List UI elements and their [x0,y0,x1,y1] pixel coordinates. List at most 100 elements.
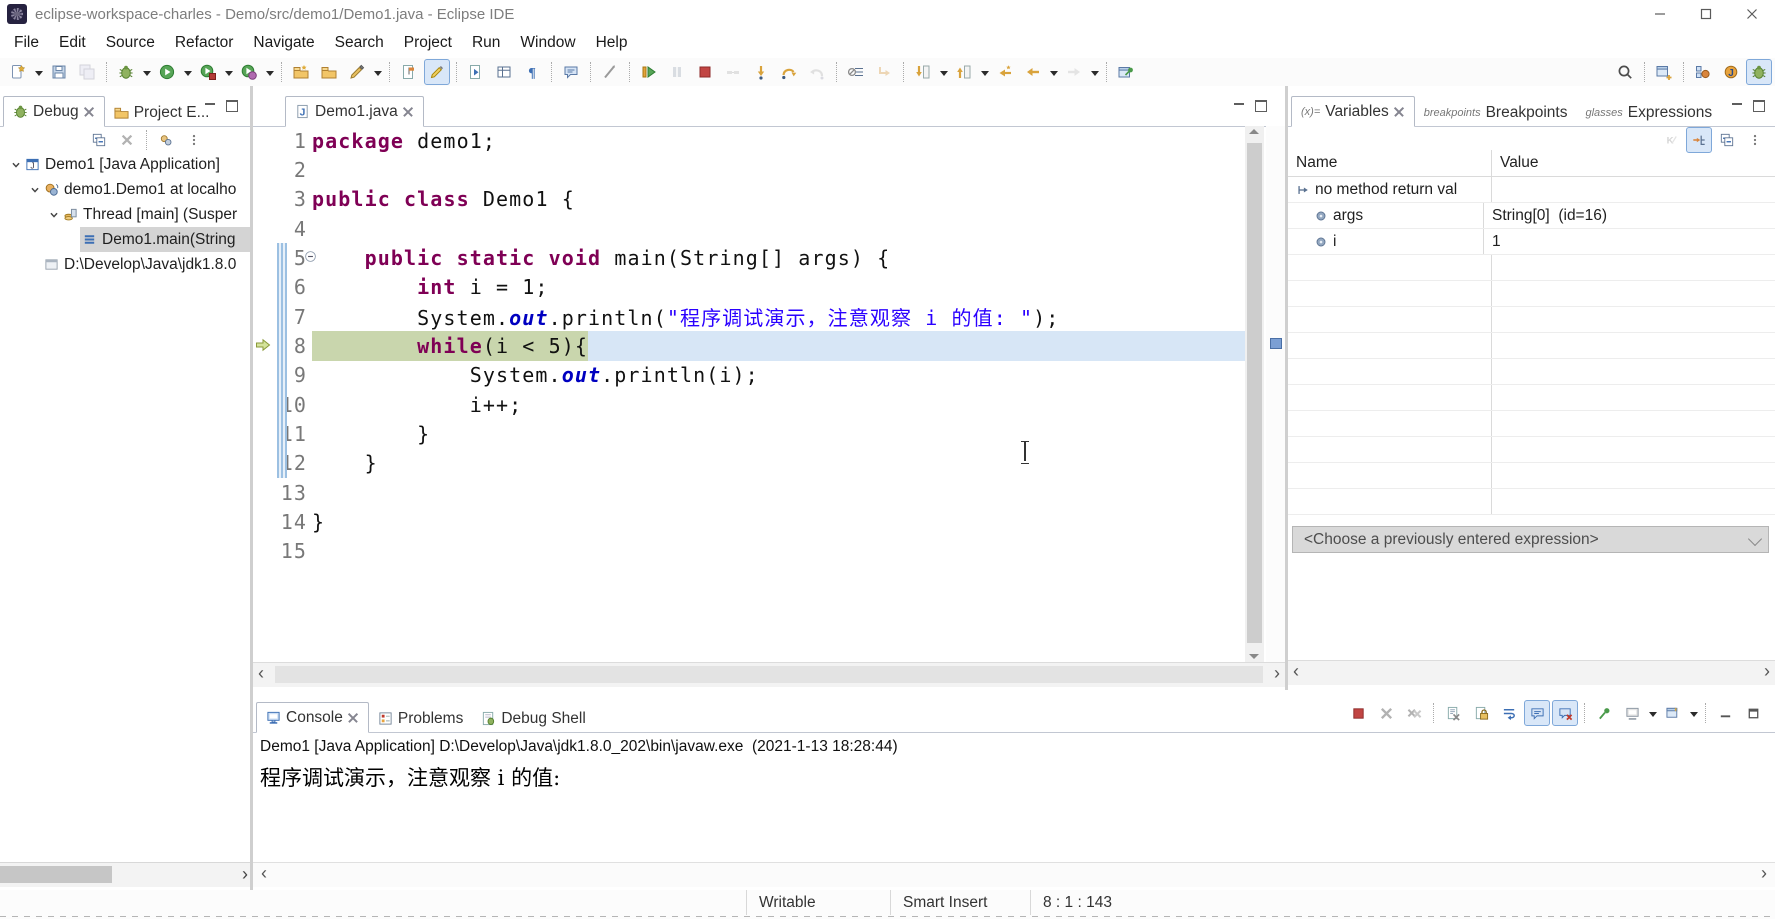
prev-annotation-button-dropdown[interactable] [981,70,989,80]
profile-button-dropdown[interactable] [266,70,274,80]
scrollbar-thumb[interactable] [1247,143,1262,643]
code-line[interactable]: 9 System.out.println(i); [253,361,1245,390]
code-editor[interactable]: 1 package demo1; 2 3 public class Demo1 {4 5 … [253,126,1245,662]
run-button-dropdown[interactable] [184,70,192,80]
remove-all-terminated-button[interactable] [1401,700,1427,726]
editor-horizontal-scrollbar[interactable]: ‹ › [253,662,1285,687]
tab-debug-shell[interactable]: Debug Shell [472,704,594,733]
view-menu-button[interactable] [181,127,207,153]
variable-name-cell[interactable]: no method return val [1288,181,1491,199]
open-type-button[interactable] [463,59,489,85]
console-output[interactable]: 程序调试演示，注意观察 i 的值: [260,762,567,792]
menu-project[interactable]: Project [394,30,462,56]
view-gears-button[interactable] [153,127,179,153]
menu-edit[interactable]: Edit [49,30,96,56]
open-console-button[interactable] [1660,700,1686,726]
forward-button-dropdown[interactable] [1091,70,1099,80]
tree-item[interactable]: Demo1.main(String [0,227,250,252]
collapse-all-button[interactable] [86,127,112,153]
code-line[interactable]: 1 package demo1; [253,126,1245,155]
toggle-mark-occurrences-button[interactable] [424,59,450,85]
java-perspective-button[interactable]: J [1718,59,1744,85]
run-button[interactable] [154,59,180,85]
menu-run[interactable]: Run [462,30,510,56]
line-number[interactable]: 14 [253,510,307,534]
chevron-expanded-icon[interactable] [8,157,23,172]
menu-file[interactable]: File [4,30,49,56]
debug-perspective-button[interactable] [1746,58,1772,85]
close-icon[interactable] [348,712,359,723]
tree-item-content[interactable]: Demo1.main(String [80,227,250,252]
current-line-marker[interactable] [1270,338,1282,349]
minimize-editor-button[interactable] [1234,99,1245,110]
close-icon[interactable] [1394,106,1405,117]
close-icon[interactable] [84,106,95,117]
show-tooltip-button[interactable] [558,59,584,85]
coverage-button-dropdown[interactable] [225,70,233,80]
save-all-button[interactable] [74,59,100,85]
tab-variables[interactable]: (x)= Variables [1291,96,1415,127]
tab-demo1-java[interactable]: J Demo1.java [285,96,424,127]
menu-source[interactable]: Source [96,30,165,56]
scroll-right-arrow-icon[interactable]: › [1761,863,1767,884]
display-console-button[interactable] [1619,700,1645,726]
tree-item[interactable]: demo1.Demo1 at localho [0,177,250,202]
minimize-window-button[interactable] [1637,0,1683,28]
back-button[interactable] [1020,59,1046,85]
new-task-button[interactable] [288,59,314,85]
chevron-down-icon[interactable] [1747,531,1763,547]
menu-help[interactable]: Help [586,30,638,56]
editor-vertical-scrollbar[interactable] [1245,126,1264,662]
terminate-button[interactable] [692,59,718,85]
chevron-expanded-icon[interactable] [27,182,42,197]
tree-item[interactable]: J Demo1 [Java Application] [0,152,250,177]
tree-item-content[interactable]: D:\Develop\Java\jdk1.8.0 [42,252,250,277]
scroll-up-arrow-icon[interactable] [1249,129,1259,134]
variable-row[interactable]: no method return val [1288,177,1775,203]
tab-console[interactable]: Console [256,702,369,733]
search-toolbar-button[interactable] [1612,59,1638,85]
minimize-view-button[interactable] [1732,99,1743,110]
terminate-button[interactable] [1345,700,1371,726]
new-wizard-button-dropdown[interactable] [35,70,43,80]
save-button[interactable] [46,59,72,85]
tab-problems[interactable]: Problems [369,704,472,733]
line-number[interactable]: 3 [253,187,307,211]
minimize-view-button[interactable] [205,99,216,110]
word-wrap-button[interactable] [1496,700,1522,726]
highlighter-button-dropdown[interactable] [374,70,382,80]
close-window-button[interactable] [1729,0,1775,28]
open-perspective-button[interactable] [1651,59,1677,85]
tab-debug[interactable]: Debug [3,96,105,127]
scroll-down-arrow-icon[interactable] [1249,654,1259,659]
variable-row[interactable]: args String[0] (id=16) [1288,203,1775,229]
code-line[interactable]: 15 [253,537,1245,566]
tree-item-content[interactable]: Thread [main] (Susper [61,202,250,227]
javaee-perspective-button[interactable] [1690,59,1716,85]
next-annotation-button[interactable] [910,59,936,85]
next-annotation-button-dropdown[interactable] [940,70,948,80]
expression-input[interactable]: <Choose a previously entered expression> [1292,526,1769,553]
tree-item[interactable]: D:\Develop\Java\jdk1.8.0 [0,252,250,277]
scroll-left-arrow-icon[interactable]: ‹ [258,663,264,684]
remove-launch-button[interactable] [1373,700,1399,726]
console-horizontal-scrollbar[interactable]: ‹ › [253,862,1775,887]
tree-item[interactable]: Thread [main] (Susper [0,202,250,227]
suspend-button[interactable] [664,59,690,85]
code-line[interactable]: 13 [253,478,1245,507]
maximize-editor-button[interactable] [1255,100,1267,112]
disconnect-button[interactable] [720,59,746,85]
scrollbar-thumb[interactable] [275,666,1263,683]
column-name[interactable]: Name [1288,154,1491,172]
skip-breakpoints-button[interactable] [843,59,869,85]
code-line[interactable]: 6 int i = 1; [253,273,1245,302]
line-number[interactable]: 2 [253,158,307,182]
variable-name-cell[interactable]: args [1288,207,1483,225]
variables-table-header[interactable]: Name Value [1288,150,1775,177]
search-doc-button[interactable] [396,59,422,85]
code-line[interactable]: 2 [253,155,1245,184]
menu-search[interactable]: Search [325,30,394,56]
tab-project-e[interactable]: Project E... [105,98,219,127]
maximize-view-button[interactable] [226,100,238,112]
maximize-view-button[interactable] [1753,100,1765,112]
